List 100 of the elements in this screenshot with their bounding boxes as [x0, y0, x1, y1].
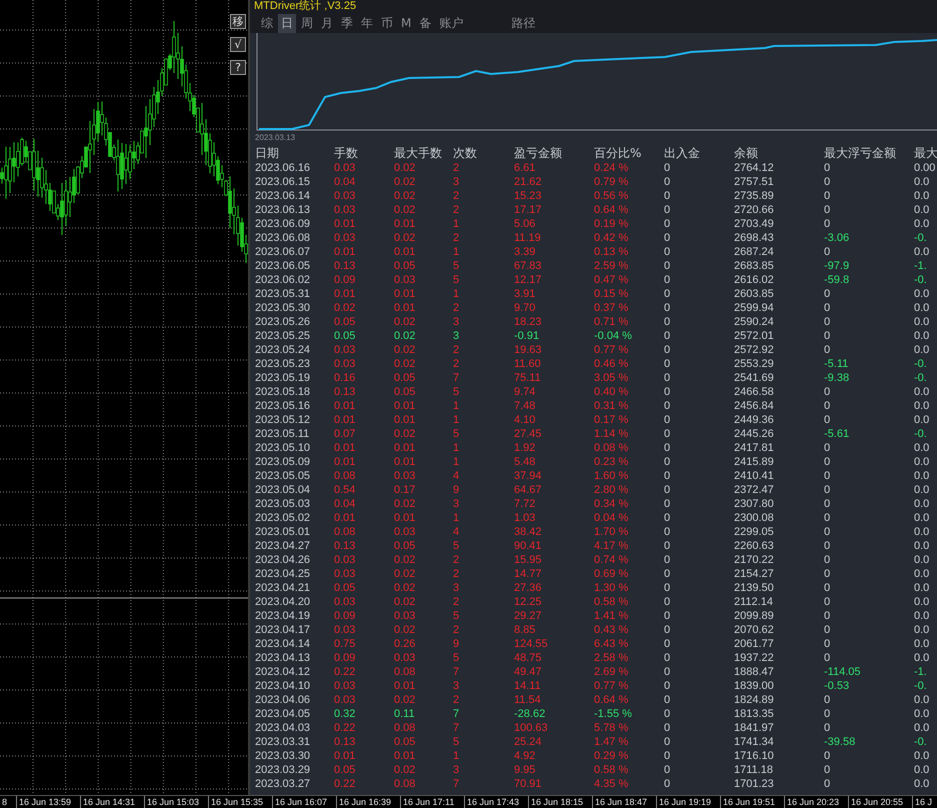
table-cell: -39.58 — [824, 736, 856, 748]
table-cell: 27.36 — [514, 582, 542, 594]
table-cell: 0.43 % — [594, 624, 628, 636]
table-cell: 0.02 — [394, 568, 416, 580]
table-cell: 2023.05.23 — [255, 358, 310, 370]
table-cell: 0.01 — [334, 218, 356, 230]
table-cell: -0. — [914, 428, 927, 440]
table-cell: 1.92 — [514, 442, 536, 454]
table-cell: 2154.27 — [734, 568, 774, 580]
tab[interactable]: 周 — [298, 14, 316, 32]
table-cell: 3 — [453, 316, 460, 328]
table-cell: 2023.05.12 — [255, 414, 310, 426]
table-cell: -1.55 % — [594, 708, 632, 720]
tab[interactable]: 年 — [358, 14, 376, 32]
time-label: 16 Jun 16:39 — [336, 796, 400, 808]
chart-tool-button[interactable]: √ — [230, 37, 246, 52]
table-cell: 0.47 % — [594, 274, 628, 286]
table-cell: 0 — [664, 190, 670, 202]
chart-tool-button[interactable]: ? — [230, 60, 246, 75]
table-cell: 2023.05.30 — [255, 302, 310, 314]
table-cell: 2023.06.09 — [255, 218, 310, 230]
table-cell: 0.03 — [334, 568, 356, 580]
table-cell: 0 — [664, 358, 670, 370]
window-title: MTDriver统计 ,V3.25 — [250, 0, 937, 13]
table-cell: 0 — [664, 330, 670, 342]
table-cell: 0 — [664, 666, 670, 678]
tab[interactable]: 备 — [416, 14, 434, 32]
table-cell: 17.17 — [514, 204, 542, 216]
tab[interactable]: 季 — [338, 14, 356, 32]
table-cell: 0.01 — [394, 246, 416, 258]
time-label: 16 Jun 17:43 — [464, 796, 528, 808]
table-cell: 2 — [453, 302, 460, 314]
table-cell: 0 — [664, 484, 670, 496]
table-cell: 0 — [664, 778, 670, 790]
table-cell: 0.03 — [394, 274, 416, 286]
table-cell: 2112.14 — [734, 596, 773, 608]
table-cell: 0.0 — [914, 386, 930, 398]
tab[interactable]: 综 — [258, 14, 276, 32]
table-cell: 19.63 — [514, 344, 542, 356]
table-cell: 29.27 — [514, 610, 542, 622]
table-cell: 2023.04.21 — [255, 582, 310, 594]
table-cell: 2260.63 — [734, 540, 774, 552]
table-cell: 2023.04.19 — [255, 610, 310, 622]
table-cell: 0 — [824, 190, 830, 202]
table-cell: 0 — [664, 680, 670, 692]
table-cell: 1 — [453, 414, 460, 426]
table-cell: -0.04 % — [594, 330, 632, 342]
table-cell: -28.62 — [514, 708, 546, 720]
table-cell: 0.03 — [334, 596, 356, 608]
table-cell: 0.01 — [334, 288, 356, 300]
table-cell: 4 — [453, 526, 460, 538]
table-cell: 0.02 — [394, 498, 416, 510]
table-cell: 9 — [453, 638, 460, 650]
table-cell: 0.08 — [394, 666, 416, 678]
table-cell: 0 — [664, 708, 670, 720]
table-cell: 1937.22 — [734, 652, 774, 664]
table-cell: 2023.06.07 — [255, 246, 310, 258]
table-cell: 2023.05.19 — [255, 372, 310, 384]
table-cell: 1.41 % — [594, 610, 628, 622]
table-cell: 0.0 — [914, 554, 930, 566]
table-cell: 9 — [453, 484, 460, 496]
table-cell: 0.69 % — [594, 568, 628, 580]
table-cell: 0 — [824, 414, 830, 426]
table-cell: 2572.92 — [734, 344, 774, 356]
table-cell: 0 — [824, 708, 830, 720]
table-cell: 2023.03.27 — [255, 778, 310, 790]
table-cell: 2023.06.14 — [255, 190, 310, 202]
table-cell: 0 — [664, 204, 670, 216]
table-cell: 0 — [664, 162, 670, 174]
table-cell: 0.54 — [334, 484, 356, 496]
table-cell: 6.43 % — [594, 638, 628, 650]
tab[interactable]: 币 — [378, 14, 396, 32]
table-cell: 5.48 — [514, 456, 536, 468]
time-label: 16 Jun 17:11 — [400, 796, 464, 808]
table-cell: 0.01 — [334, 246, 356, 258]
table-cell: 2 — [453, 568, 460, 580]
table-cell: 0 — [664, 750, 670, 762]
table-cell: 0.0 — [914, 246, 930, 258]
tab[interactable]: 日 — [278, 14, 296, 32]
tab[interactable]: 账户 — [436, 14, 466, 32]
tab[interactable]: 月 — [318, 14, 336, 32]
table-cell: 8.85 — [514, 624, 536, 636]
table-cell: 2757.51 — [734, 176, 774, 188]
table-cell: 0 — [664, 764, 670, 776]
chart-tool-button[interactable]: 移 — [230, 14, 246, 29]
table-cell: 0.79 % — [594, 176, 628, 188]
table-cell: 0 — [664, 610, 670, 622]
table-cell: 0 — [824, 330, 830, 342]
table-cell: 1716.10 — [734, 750, 774, 762]
table-cell: 2 — [453, 162, 460, 174]
table-cell: -3.06 — [824, 232, 850, 244]
table-cell: 2410.41 — [734, 470, 774, 482]
table-cell: 0.34 % — [594, 498, 628, 510]
table-cell: 0.09 — [334, 610, 356, 622]
tab[interactable]: M — [398, 15, 414, 31]
table-cell: 2023.06.02 — [255, 274, 310, 286]
table-cell: 2307.80 — [734, 498, 774, 510]
table-cell: 0.0 — [914, 638, 930, 650]
tab[interactable]: 路径 — [508, 14, 538, 32]
table-cell: 1841.97 — [734, 722, 774, 734]
